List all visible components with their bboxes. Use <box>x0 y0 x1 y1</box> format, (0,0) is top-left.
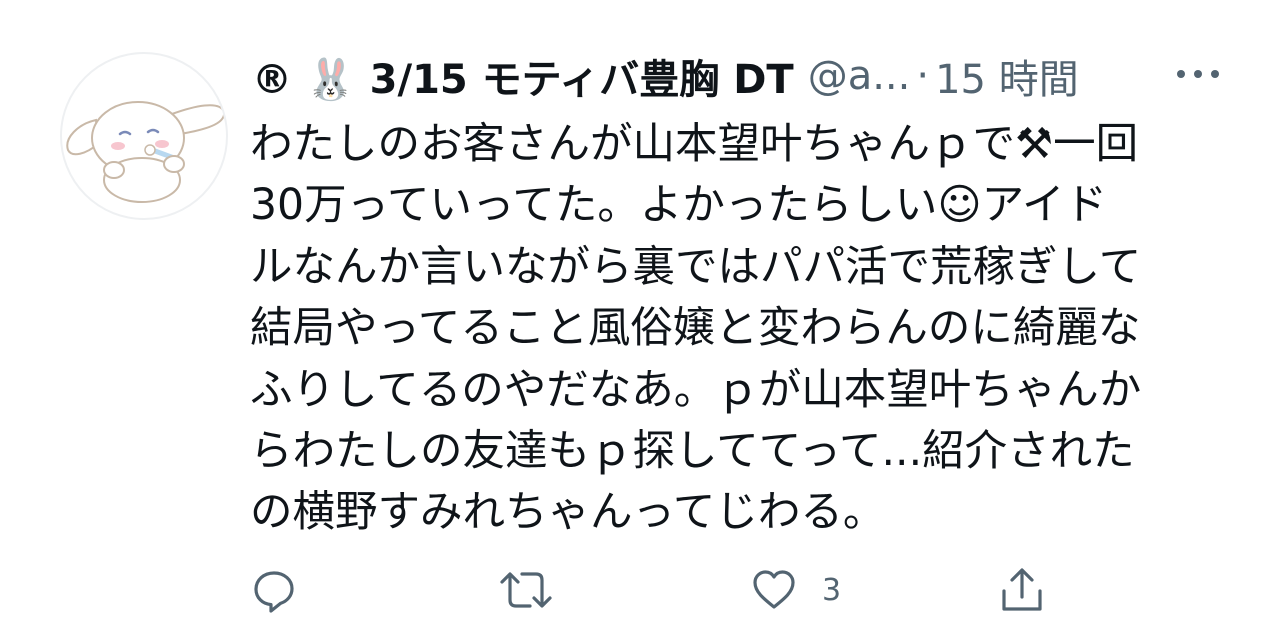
separator-dot: · <box>916 53 930 99</box>
timestamp[interactable]: 15 時間 <box>935 47 1079 105</box>
heart-icon <box>753 570 795 609</box>
more-options-button[interactable] <box>1168 56 1228 92</box>
retweet-icon <box>500 572 552 608</box>
display-name[interactable]: ® 🐰 3/15 モティバ豊胸 DT <box>252 47 794 105</box>
tweet-actions: 3 <box>250 562 1050 618</box>
share-button[interactable] <box>998 562 1046 618</box>
like-button[interactable]: 3 <box>750 562 841 618</box>
tweet-header: ® 🐰 3/15 モティバ豊胸 DT @a... · 15 時間 <box>252 46 1079 106</box>
tweet-text: わたしのお客さんが山本望叶ちゃんｐで⚒一回 30万っていってた。よかったらしい☺… <box>250 114 1240 544</box>
tweet-text-line: らわたしの友達もｐ探しててって...紹介された <box>250 427 1135 477</box>
tweet-text-line: ふりしてるのやだなあ。ｐが山本望叶ちゃんか <box>250 365 1142 415</box>
tweet-text-line: 結局やってること風俗嬢と変わらんのに綺麗な <box>250 304 1141 354</box>
user-handle[interactable]: @a... <box>808 53 911 99</box>
reply-icon <box>254 571 294 613</box>
reply-button[interactable] <box>250 562 298 618</box>
tweet-text-line: わたしのお客さんが山本望叶ちゃんｐで⚒一回 <box>250 120 1139 169</box>
avatar[interactable] <box>60 52 228 220</box>
cinnamoroll-avatar-icon <box>66 101 226 203</box>
tweet-text-line: の横野すみれちゃんってじわる。 <box>250 488 886 538</box>
retweet-button[interactable] <box>498 562 554 618</box>
like-count: 3 <box>822 572 842 608</box>
tweet-text-line: 30万っていってた。よかったらしい☺アイド <box>250 181 1108 231</box>
more-dots-icon <box>1177 70 1219 78</box>
share-icon <box>1002 568 1042 611</box>
tweet-text-line: ルなんか言いながら裏ではパパ活で荒稼ぎして <box>250 242 1142 292</box>
tweet[interactable]: ® 🐰 3/15 モティバ豊胸 DT @a... · 15 時間 わたしのお客さ… <box>0 0 1282 628</box>
